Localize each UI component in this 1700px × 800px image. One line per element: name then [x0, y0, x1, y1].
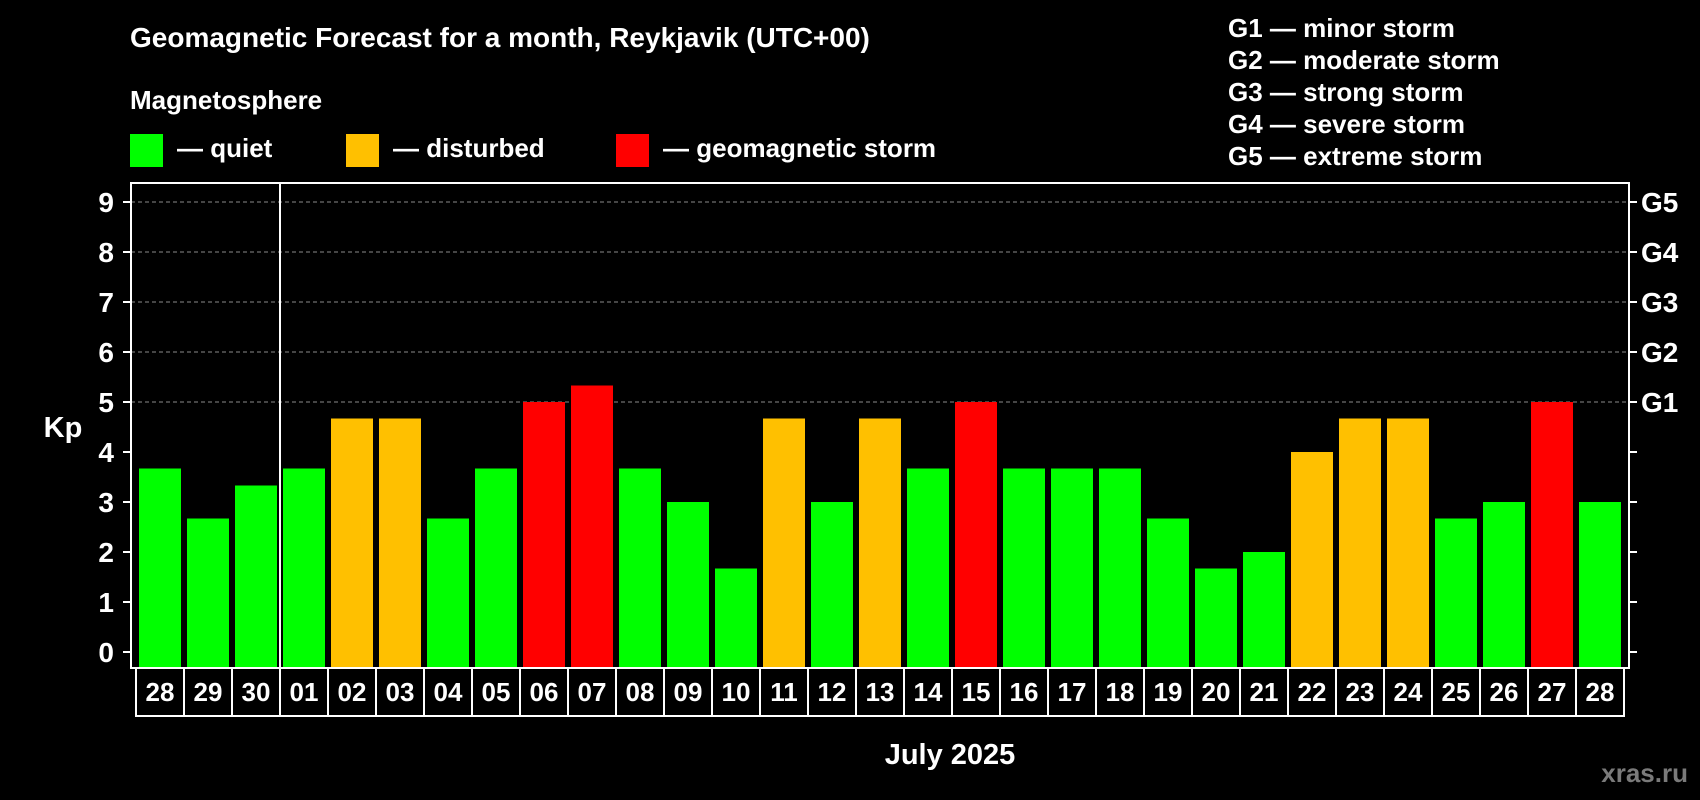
legend-label-quiet: — quiet	[177, 133, 273, 163]
legend-label-disturbed: — disturbed	[393, 133, 545, 163]
y-tick-label: 0	[98, 637, 114, 668]
x-tick-label: 21	[1250, 677, 1279, 707]
right-tick-label: G3	[1641, 287, 1678, 318]
legend-label-storm: — geomagnetic storm	[663, 133, 936, 163]
legend-swatch-storm	[616, 134, 649, 167]
x-tick-label: 06	[530, 677, 559, 707]
y-tick-label: 7	[98, 287, 114, 318]
y-tick-label: 9	[98, 187, 114, 218]
x-tick-label: 07	[578, 677, 607, 707]
x-tick-label: 09	[674, 677, 703, 707]
bar-20	[1099, 468, 1141, 668]
x-tick-label: 25	[1442, 677, 1471, 707]
y-tick-label: 4	[98, 437, 114, 468]
bar-19	[1051, 468, 1093, 668]
bar-30	[1579, 502, 1621, 668]
x-tick-label: 18	[1106, 677, 1135, 707]
x-tick-label: 27	[1538, 677, 1567, 707]
bar-12	[715, 568, 757, 668]
bar-2	[235, 485, 277, 668]
bar-27	[1435, 518, 1477, 668]
right-tick-label: G4	[1641, 237, 1679, 268]
bar-3	[283, 468, 325, 668]
x-tick-label: 08	[626, 677, 655, 707]
legend-swatch-quiet	[130, 134, 163, 167]
x-tick-label: 12	[818, 677, 847, 707]
x-tick-label: 19	[1154, 677, 1183, 707]
legend-title: Magnetosphere	[130, 85, 322, 115]
x-tick-label: 14	[914, 677, 943, 707]
storm-scale-item: G2 — moderate storm	[1228, 45, 1500, 75]
bar-7	[475, 468, 517, 668]
watermark: xras.ru	[1601, 758, 1688, 788]
bar-5	[379, 418, 421, 668]
right-tick-label: G1	[1641, 387, 1678, 418]
x-tick-label: 26	[1490, 677, 1519, 707]
x-tick-label: 30	[242, 677, 271, 707]
bar-25	[1339, 418, 1381, 668]
bar-6	[427, 518, 469, 668]
bar-11	[667, 502, 709, 668]
x-tick-label: 28	[146, 677, 175, 707]
chart-title: Geomagnetic Forecast for a month, Reykja…	[130, 22, 870, 53]
x-tick-label: 16	[1010, 677, 1039, 707]
bar-0	[139, 468, 181, 668]
x-tick-label: 15	[962, 677, 991, 707]
y-tick-label: 3	[98, 487, 114, 518]
bars	[139, 385, 1621, 668]
kp-forecast-chart: Geomagnetic Forecast for a month, Reykja…	[0, 0, 1700, 800]
x-tick-label: 17	[1058, 677, 1087, 707]
y-tick-label: 6	[98, 337, 114, 368]
storm-scale-item: G3 — strong storm	[1228, 77, 1463, 107]
bar-26	[1387, 418, 1429, 668]
x-tick-label: 28	[1586, 677, 1615, 707]
x-tick-label: 03	[386, 677, 415, 707]
x-tick-label: 20	[1202, 677, 1231, 707]
bar-4	[331, 418, 373, 668]
x-tick-label: 02	[338, 677, 367, 707]
storm-scale-item: G5 — extreme storm	[1228, 141, 1482, 171]
bar-17	[955, 402, 997, 668]
storm-scale-item: G1 — minor storm	[1228, 13, 1455, 43]
right-tick-label: G5	[1641, 187, 1678, 218]
x-tick-label: 05	[482, 677, 511, 707]
bar-22	[1195, 568, 1237, 668]
y-tick-label: 8	[98, 237, 114, 268]
right-tick-label: G2	[1641, 337, 1678, 368]
legend-swatch-disturbed	[346, 134, 379, 167]
x-tick-label: 10	[722, 677, 751, 707]
bar-13	[763, 418, 805, 668]
bar-23	[1243, 552, 1285, 668]
x-tick-label: 13	[866, 677, 895, 707]
y-tick-label: 2	[98, 537, 114, 568]
bar-1	[187, 518, 229, 668]
y-tick-label: 5	[98, 387, 114, 418]
bar-18	[1003, 468, 1045, 668]
storm-scale-item: G4 — severe storm	[1228, 109, 1465, 139]
bar-10	[619, 468, 661, 668]
legend: — quiet — disturbed — geomagnetic storm	[130, 133, 936, 167]
bar-16	[907, 468, 949, 668]
bar-21	[1147, 518, 1189, 668]
bar-14	[811, 502, 853, 668]
x-tick-label: 23	[1346, 677, 1375, 707]
bar-29	[1531, 402, 1573, 668]
bar-28	[1483, 502, 1525, 668]
x-tick-label: 24	[1394, 677, 1423, 707]
bar-9	[571, 385, 613, 668]
y-axis-label: Kp	[44, 412, 83, 444]
y-tick-label: 1	[98, 587, 114, 618]
x-tick-label: 29	[194, 677, 223, 707]
x-axis-label: July 2025	[885, 739, 1016, 771]
x-tick-label: 11	[770, 677, 798, 707]
x-tick-label: 01	[290, 677, 319, 707]
bar-8	[523, 402, 565, 668]
x-tick-label: 04	[434, 677, 463, 707]
x-tick-label: 22	[1298, 677, 1327, 707]
bar-15	[859, 418, 901, 668]
bar-24	[1291, 452, 1333, 668]
